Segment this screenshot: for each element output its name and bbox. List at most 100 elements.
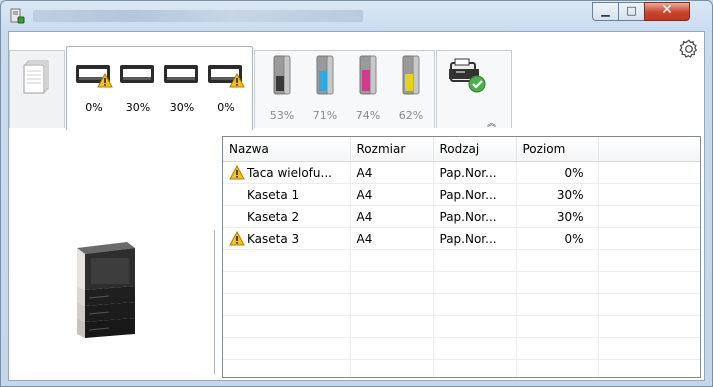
warning-icon bbox=[229, 73, 245, 88]
cell-empty bbox=[598, 337, 700, 360]
cell-name: Taca wielofu... bbox=[223, 161, 351, 184]
cell-empty bbox=[223, 337, 351, 360]
status-toolbar: 0% 30% 30% 0% 53% 71% 74% 62% ︽ bbox=[9, 32, 704, 130]
cell-size: A4 bbox=[350, 205, 434, 228]
cell-type: Pap.Nor... bbox=[433, 227, 517, 250]
cell-empty bbox=[223, 249, 351, 272]
cell-empty bbox=[350, 271, 434, 294]
cell-level: 0% bbox=[516, 161, 599, 184]
column-header-type[interactable]: Rodzaj bbox=[433, 137, 517, 162]
cell-type: Pap.Nor... bbox=[433, 161, 517, 184]
cell-empty bbox=[598, 293, 700, 316]
tray-level: 30% bbox=[125, 101, 151, 114]
table-header-row: Nazwa Rozmiar Rodzaj Poziom bbox=[223, 137, 700, 162]
cell-name: Kaseta 1 bbox=[223, 183, 351, 206]
tab-paper[interactable] bbox=[9, 50, 65, 128]
cell-empty bbox=[516, 249, 599, 272]
cell-empty bbox=[350, 359, 434, 377]
warning-icon bbox=[229, 231, 245, 246]
cell-empty bbox=[433, 359, 517, 377]
tray-icon bbox=[207, 61, 245, 89]
tray-list[interactable]: Nazwa Rozmiar Rodzaj Poziom Taca wielofu… bbox=[222, 136, 701, 378]
cell-empty bbox=[433, 293, 517, 316]
cell-empty bbox=[598, 249, 700, 272]
printer-image-panel bbox=[9, 130, 215, 380]
toner-level: 53% bbox=[269, 109, 295, 122]
column-header-empty bbox=[598, 137, 700, 162]
cell-empty bbox=[433, 249, 517, 272]
panel-divider bbox=[214, 230, 215, 374]
window-title bbox=[33, 10, 363, 22]
main-window: ▁ □ ✕ 0% 30% 30% 0% 53% 71% 74% 62% ︽ Na… bbox=[0, 0, 713, 387]
toner-icon bbox=[359, 55, 377, 97]
column-header-level[interactable]: Poziom bbox=[516, 137, 599, 162]
printer-image bbox=[77, 242, 135, 338]
cell-empty bbox=[598, 227, 700, 250]
cell-empty bbox=[598, 315, 700, 338]
tab-device[interactable] bbox=[436, 50, 512, 128]
tab-trays[interactable]: 0% 30% 30% 0% bbox=[66, 46, 253, 130]
column-header-size[interactable]: Rozmiar bbox=[350, 137, 434, 162]
cell-empty bbox=[223, 315, 351, 338]
cell-empty bbox=[516, 359, 599, 377]
cell-name: Kaseta 2 bbox=[223, 205, 351, 228]
tray-table: Nazwa Rozmiar Rodzaj Poziom Taca wielofu… bbox=[223, 137, 700, 377]
cell-empty bbox=[350, 315, 434, 338]
cell-empty bbox=[433, 271, 517, 294]
cell-empty bbox=[516, 271, 599, 294]
toner-level: 71% bbox=[312, 109, 338, 122]
table-row[interactable] bbox=[223, 337, 700, 360]
paper-stack-icon bbox=[23, 60, 49, 94]
gear-icon[interactable] bbox=[678, 38, 700, 60]
tab-toner[interactable]: 53% 71% 74% 62% bbox=[254, 50, 435, 128]
table-row[interactable] bbox=[223, 359, 700, 377]
tray-level: 30% bbox=[169, 101, 195, 114]
toner-level: 74% bbox=[355, 109, 381, 122]
warning-icon bbox=[97, 73, 113, 88]
cell-empty bbox=[350, 249, 434, 272]
cell-empty bbox=[350, 337, 434, 360]
cell-level: 30% bbox=[516, 205, 599, 228]
table-row[interactable]: Kaseta 3 A4 Pap.Nor... 0% bbox=[223, 227, 700, 250]
cell-empty bbox=[223, 359, 351, 377]
cell-size: A4 bbox=[350, 161, 434, 184]
table-row[interactable]: Kaseta 2 A4 Pap.Nor... 30% bbox=[223, 205, 700, 228]
toner-level: 62% bbox=[398, 109, 424, 122]
table-row[interactable] bbox=[223, 293, 700, 316]
cell-empty bbox=[598, 359, 700, 377]
cell-empty bbox=[598, 161, 700, 184]
table-row[interactable]: Taca wielofu... A4 Pap.Nor... 0% bbox=[223, 161, 700, 184]
table-row[interactable]: Kaseta 1 A4 Pap.Nor... 30% bbox=[223, 183, 700, 206]
cell-type: Pap.Nor... bbox=[433, 183, 517, 206]
status-panel: 0% 30% 30% 0% 53% 71% 74% 62% ︽ Nazwa Ro… bbox=[8, 31, 705, 381]
toner-icon bbox=[273, 55, 291, 97]
cell-level: 0% bbox=[516, 227, 599, 250]
cell-empty bbox=[516, 337, 599, 360]
cell-empty bbox=[223, 293, 351, 316]
cell-type: Pap.Nor... bbox=[433, 205, 517, 228]
tray-icon bbox=[119, 61, 157, 89]
tray-icon bbox=[163, 61, 201, 89]
close-button[interactable]: ✕ bbox=[644, 2, 690, 21]
tray-level: 0% bbox=[217, 101, 235, 114]
chevron-up-icon[interactable]: ︽ bbox=[487, 116, 496, 129]
cell-empty bbox=[598, 183, 700, 206]
cell-empty bbox=[350, 293, 434, 316]
tray-icon bbox=[75, 61, 113, 89]
maximize-button[interactable]: □ bbox=[618, 2, 645, 21]
table-row[interactable] bbox=[223, 249, 700, 272]
cell-name: Kaseta 3 bbox=[223, 227, 351, 250]
cell-empty bbox=[433, 337, 517, 360]
warning-icon bbox=[229, 165, 245, 180]
minimize-button[interactable]: ▁ bbox=[592, 2, 619, 21]
cell-level: 30% bbox=[516, 183, 599, 206]
cell-size: A4 bbox=[350, 183, 434, 206]
column-header-name[interactable]: Nazwa bbox=[223, 137, 351, 162]
title-bar[interactable]: ▁ □ ✕ bbox=[1, 1, 712, 31]
table-row[interactable] bbox=[223, 315, 700, 338]
table-row[interactable] bbox=[223, 271, 700, 294]
cell-size: A4 bbox=[350, 227, 434, 250]
cell-empty bbox=[516, 293, 599, 316]
printer-app-icon bbox=[10, 8, 25, 24]
cell-empty bbox=[516, 315, 599, 338]
